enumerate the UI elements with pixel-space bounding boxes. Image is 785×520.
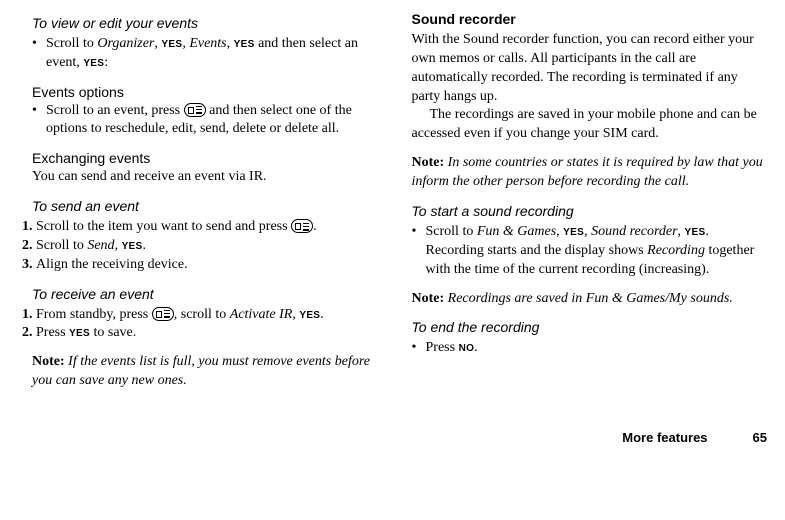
heading-start-recording: To start a sound recording: [412, 202, 768, 221]
menu-key-icon: [152, 307, 174, 321]
yes-key: YES: [685, 227, 706, 238]
sound-recorder-body: With the Sound recorder function, you ca…: [412, 31, 768, 144]
view-events-list: Scroll to Organizer, YES, Events, YES an…: [18, 35, 374, 73]
receive-step-1: From standby, press , scroll to Activate…: [36, 306, 374, 325]
no-key: NO: [459, 343, 475, 354]
heading-events-options: Events options: [18, 83, 374, 102]
start-recording-item: Scroll to Fun & Games, YES, Sound record…: [412, 223, 768, 280]
note-recordings-saved: Note: Recordings are saved in Fun & Game…: [412, 290, 768, 309]
footer-page-number: 65: [753, 430, 767, 445]
heading-exchanging-events: Exchanging events: [18, 149, 374, 168]
events-options-list: Scroll to an event, press and then selec…: [18, 102, 374, 140]
yes-key: YES: [563, 227, 584, 238]
start-recording-list: Scroll to Fun & Games, YES, Sound record…: [412, 223, 768, 280]
view-events-item: Scroll to Organizer, YES, Events, YES an…: [32, 35, 374, 73]
end-recording-item: Press NO.: [412, 339, 768, 358]
menu-key-icon: [184, 103, 206, 117]
left-column: To view or edit your events Scroll to Or…: [18, 10, 374, 401]
send-step-2: Scroll to Send, YES.: [36, 237, 374, 256]
heading-send-event: To send an event: [18, 197, 374, 216]
page-footer: More features 65: [18, 429, 767, 447]
heading-end-recording: To end the recording: [412, 318, 768, 337]
receive-step-2: Press YES to save.: [36, 324, 374, 343]
right-column: Sound recorder With the Sound recorder f…: [412, 10, 768, 401]
heading-sound-recorder: Sound recorder: [412, 10, 768, 29]
heading-receive-event: To receive an event: [18, 285, 374, 304]
yes-key: YES: [161, 39, 182, 50]
end-recording-list: Press NO.: [412, 339, 768, 358]
yes-key: YES: [234, 39, 255, 50]
events-options-item: Scroll to an event, press and then selec…: [32, 102, 374, 140]
send-step-3: Align the receiving device.: [36, 256, 374, 275]
receive-event-steps: From standby, press , scroll to Activate…: [18, 306, 374, 344]
footer-section: More features: [622, 430, 707, 445]
note-recording-law: Note: In some countries or states it is …: [412, 154, 768, 192]
exchanging-body: You can send and receive an event via IR…: [18, 168, 374, 187]
send-event-steps: Scroll to the item you want to send and …: [18, 218, 374, 275]
send-step-1: Scroll to the item you want to send and …: [36, 218, 374, 237]
note-events-full: Note: If the events list is full, you mu…: [18, 353, 374, 391]
yes-key: YES: [83, 58, 104, 69]
yes-key: YES: [122, 241, 143, 252]
heading-view-edit-events: To view or edit your events: [18, 14, 374, 33]
yes-key: YES: [69, 328, 90, 339]
menu-key-icon: [291, 219, 313, 233]
yes-key: YES: [299, 310, 320, 321]
